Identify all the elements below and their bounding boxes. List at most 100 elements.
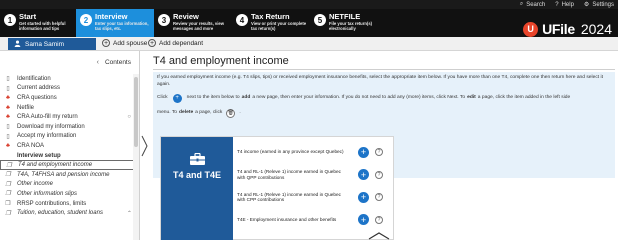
utility-link-search[interactable]: ⌕ Search <box>520 1 545 8</box>
utility-link-label: Search <box>526 1 546 8</box>
sidebar-item-label: T4 and employment income <box>18 162 93 169</box>
sidebar-item-label: CRA NOA <box>17 142 45 149</box>
step-text: Tax Return View or print your complete ta… <box>251 13 310 32</box>
person-name: Sama Samim <box>25 40 65 48</box>
card-items: T4 income (earned in any province except… <box>237 141 393 231</box>
step-description: Review your results, view messages and m… <box>173 21 224 31</box>
instr-edit-post: a page, click the item added in the left… <box>477 95 571 101</box>
sidebar-item[interactable]: ▯ Accept my information <box>0 132 139 142</box>
step-start[interactable]: 1 Start Get started with helpful informati… <box>0 9 76 37</box>
document-icon: ▯ <box>6 76 10 83</box>
add-item-button[interactable]: + <box>358 146 369 158</box>
scroll-up-chevron-icon[interactable] <box>367 232 391 240</box>
help-icon: ? <box>555 1 559 8</box>
step-number: 3 <box>158 14 170 26</box>
card-item-label: T4E - Employment insurance and other ben… <box>237 216 337 222</box>
instr-add-pre: next to the item below to <box>186 95 240 101</box>
step-text: Start Get started with helpful informatio… <box>19 12 76 32</box>
step-description: Enter your tax information, tax slips, e… <box>95 21 149 31</box>
contents-header: ‹ Contents <box>0 51 139 74</box>
card-item-row: T4 and RL-1 (Releve 1) income earned in … <box>237 164 393 187</box>
step-title: NETFILE <box>329 12 361 21</box>
step-title: Interview <box>95 12 128 21</box>
t4-category-card: T4 and T4E T4 income (earned in any prov… <box>160 136 394 240</box>
sidebar-item-status-icon: ⌃ <box>125 210 131 217</box>
help-icon[interactable]: ? <box>375 215 383 224</box>
utility-links: ⌕ Search ? Help ⚙ Settings <box>520 0 614 9</box>
sidebar-item-label: Other information slips <box>17 190 78 197</box>
sidebar-item[interactable]: ▯ Download my information <box>0 122 139 132</box>
maple-leaf-icon: ♣ <box>6 94 10 101</box>
sidebar-item[interactable]: ❐ Other income <box>0 180 139 190</box>
sidebar-item-label: Netfile <box>17 104 35 111</box>
sidebar-item-label: Current address <box>17 85 61 92</box>
documents-icon: ❐ <box>6 162 12 169</box>
help-icon[interactable]: ? <box>375 170 383 179</box>
utility-bar: ⌕ Search ? Help ⚙ Settings <box>0 0 618 9</box>
sidebar-item[interactable]: ♣ CRA questions <box>0 93 139 103</box>
instructions-para: If you earned employment income (e.g. T4… <box>157 75 603 87</box>
add-item-button[interactable]: + <box>358 169 369 181</box>
sidebar-item[interactable]: ❐ Tuition, education, student loans ⌃ <box>0 208 139 218</box>
utility-link-settings[interactable]: ⚙ Settings <box>584 1 614 9</box>
sidebar-item[interactable]: ❐ T4 and employment income <box>0 160 139 170</box>
step-text: Review Review your results, view messages… <box>173 12 232 32</box>
step-description: Get started with helpful information and… <box>19 21 66 31</box>
sidebar-item[interactable]: ▯ Identification <box>0 74 139 84</box>
card-item-row: T4E - Employment insurance and other ben… <box>237 209 393 232</box>
documents-icon: ❐ <box>5 172 11 179</box>
sidebar-item[interactable]: ♣ CRA NOA <box>0 141 139 151</box>
chevron-left-icon[interactable]: ‹ <box>97 59 99 66</box>
step-title: Review <box>173 12 199 21</box>
step-tax-return[interactable]: 4 Tax Return View or print your complete t… <box>232 9 310 37</box>
instr-add-post: a new page, then enter your information.… <box>252 95 466 101</box>
sidebar-item-label: CRA questions <box>17 94 57 101</box>
step-text: Interview Enter your tax information, tax… <box>95 12 154 32</box>
sidebar-item[interactable]: ♣ CRA Auto-fill my return ○ <box>0 112 139 122</box>
briefcase-icon <box>189 153 205 165</box>
help-icon[interactable]: ? <box>375 193 383 202</box>
utility-link-help[interactable]: ? Help <box>555 2 574 8</box>
person-tab[interactable]: Sama Samim <box>8 38 96 50</box>
step-review[interactable]: 3 Review Review your results, view message… <box>154 9 232 37</box>
add-item-button[interactable]: + <box>358 214 369 226</box>
step-title: Start <box>19 12 37 21</box>
documents-icon: ❐ <box>5 191 11 198</box>
sidebar-scroll-thumb[interactable] <box>134 77 138 147</box>
contents-sidebar: ‹ Contents ▯ Identification ▯ Current addre… <box>0 51 140 240</box>
sidebar-item-label: Identification <box>17 75 51 82</box>
sidebar-item[interactable]: ❐ T4A, T4FHSA and pension income <box>0 170 139 180</box>
document-icon: ▯ <box>6 85 10 92</box>
maple-leaf-icon: ♣ <box>6 114 10 121</box>
sidebar-item[interactable]: ♣ Netfile <box>0 103 139 113</box>
sidebar-item[interactable]: ❐ RRSP contributions, limits <box>0 199 139 209</box>
step-number: 1 <box>4 14 16 26</box>
trash-icon: 🗑 <box>226 109 236 118</box>
add-item-button[interactable]: + <box>358 191 369 203</box>
maple-leaf-icon: ♣ <box>6 104 10 111</box>
step-number: 2 <box>80 14 92 26</box>
step-netfile[interactable]: 5 NETFILE File your tax return(s) electron… <box>310 9 390 37</box>
instr-menu-post: a page, click <box>195 110 223 116</box>
help-icon[interactable]: ? <box>375 148 383 157</box>
instr-click: Click <box>157 95 168 101</box>
card-item-row: T4 and RL-1 (Releve 1) income earned in … <box>237 186 393 209</box>
card-category-panel: T4 and T4E <box>161 137 233 240</box>
step-navigation: 1 Start Get started with helpful informati… <box>0 9 618 37</box>
sidebar-item[interactable]: ❐ Other information slips <box>0 189 139 199</box>
sidebar-item-label: Accept my information <box>17 133 77 140</box>
page-title: T4 and employment income <box>153 55 289 67</box>
add-dependant-button[interactable]: + Add dependant <box>148 39 203 47</box>
sidebar-item[interactable]: Interview setup <box>0 151 139 161</box>
step-description: File your tax return(s) electronically <box>329 21 373 31</box>
instr-menu-pre: menu. To <box>157 110 178 116</box>
sidebar-item[interactable]: ▯ Current address <box>0 84 139 94</box>
sidebar-item-label: Other income <box>17 181 54 188</box>
documents-icon: ❐ <box>5 210 11 217</box>
step-interview[interactable]: 2 Interview Enter your tax information, ta… <box>76 9 154 37</box>
person-bar: Sama Samim + Add spouse + Add dependant <box>0 37 618 51</box>
sidebar-item-label: Download my information <box>17 123 85 130</box>
step-number: 5 <box>314 14 326 26</box>
sidebar-item-status-icon: ○ <box>127 114 131 121</box>
add-spouse-button[interactable]: + Add spouse <box>102 39 147 47</box>
